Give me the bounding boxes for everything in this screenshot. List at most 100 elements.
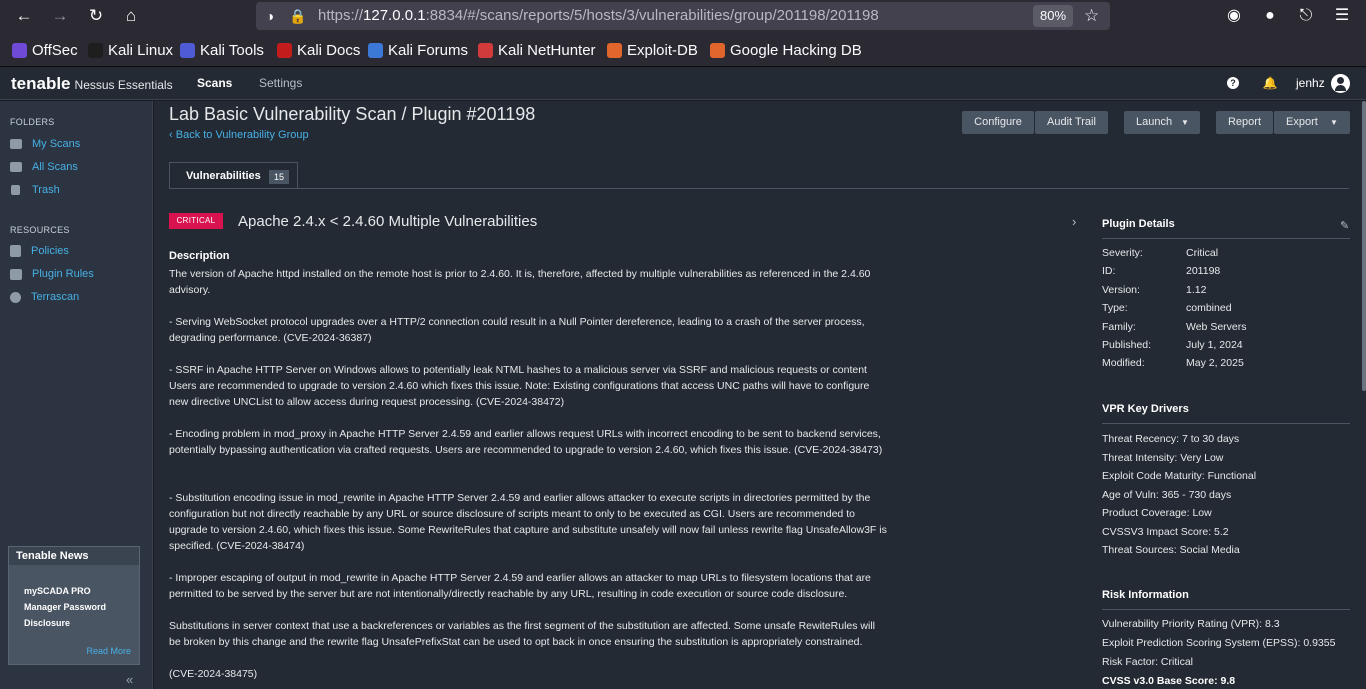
trash-icon — [11, 185, 20, 195]
detail-value: May 2, 2025 — [1186, 357, 1244, 370]
detail-key: Family: — [1102, 320, 1136, 333]
vpr-driver: Product Coverage: Low — [1102, 507, 1212, 519]
description-paragraph: The version of Apache httpd installed on… — [169, 268, 871, 296]
chevron-left-icon: ‹ — [169, 129, 176, 141]
back-arrow-icon[interactable]: ← — [12, 4, 36, 28]
detail-value: July 1, 2024 — [1186, 339, 1243, 351]
avatar[interactable] — [1331, 74, 1350, 93]
configure-button[interactable]: Configure — [962, 111, 1034, 134]
vulnerability-title: Apache 2.4.x < 2.4.60 Multiple Vulnerabi… — [238, 213, 538, 230]
shield-icon — [10, 245, 21, 257]
sidebar-item-my-scans[interactable]: My Scans — [10, 138, 80, 150]
bookmark-item[interactable]: Kali Tools — [180, 41, 264, 59]
account-icon[interactable]: ● — [1258, 4, 1282, 28]
chevron-right-icon[interactable]: › — [1072, 214, 1076, 229]
tenable-logo[interactable]: tenable Nessus Essentials — [11, 74, 173, 94]
help-icon[interactable]: ? — [1227, 77, 1239, 89]
caret-down-icon: ▼ — [1181, 118, 1189, 127]
bookmark-item[interactable]: Google Hacking DB — [710, 41, 862, 59]
audit-trail-button[interactable]: Audit Trail — [1035, 111, 1108, 134]
detail-key: Type: — [1102, 302, 1128, 315]
resources-heading: RESOURCES — [10, 225, 70, 235]
risk-info-row: Vulnerability Priority Rating (VPR): 8.3 — [1102, 618, 1280, 630]
vpr-driver: CVSSV3 Impact Score: 5.2 — [1102, 525, 1229, 538]
shield-icon[interactable]: ◑ — [260, 6, 280, 26]
bookmark-item[interactable]: Exploit-DB — [607, 41, 698, 59]
description-paragraph: - Substitution encoding issue in mod_rew… — [169, 492, 887, 552]
main-content: Lab Basic Vulnerability Scan / Plugin #2… — [154, 101, 1366, 689]
bookmark-item[interactable]: Kali Linux — [88, 41, 173, 59]
menu-icon[interactable]: ☰ — [1330, 4, 1354, 28]
bookmark-label: Exploit-DB — [627, 41, 698, 59]
extensions-icon[interactable]: ⎋ — [1294, 4, 1318, 28]
export-button[interactable]: Export ▼ — [1274, 111, 1350, 134]
nav-scans[interactable]: Scans — [197, 76, 232, 90]
bookmark-item[interactable]: Kali Docs — [277, 41, 360, 59]
news-headline[interactable]: mySCADA PRO Manager Password Disclosure — [24, 583, 129, 631]
risk-heading: Risk Information — [1102, 589, 1350, 610]
tenable-news-widget: Tenable News mySCADA PRO Manager Passwor… — [8, 546, 140, 665]
pencil-icon[interactable]: ✎ — [1340, 219, 1349, 232]
sidebar-item-policies[interactable]: Policies — [10, 245, 69, 257]
detail-value: Web Servers — [1186, 320, 1247, 333]
lock-icon[interactable]: 🔒 — [288, 6, 308, 26]
user-name[interactable]: jenhz — [1296, 76, 1325, 90]
url-bar[interactable]: ◑ 🔒 https://127.0.0.1:8834/#/scans/repor… — [256, 2, 1110, 30]
reload-icon[interactable]: ↻ — [84, 4, 108, 28]
detail-value: 1.12 — [1186, 283, 1207, 296]
bookmark-label: Google Hacking DB — [730, 41, 862, 59]
detail-key: Severity: — [1102, 247, 1143, 259]
news-title: Tenable News — [9, 547, 139, 565]
vpr-driver: Age of Vuln: 365 - 730 days — [1102, 488, 1232, 501]
sidebar-item-terrascan[interactable]: Terrascan — [10, 291, 79, 303]
sidebar-item-plugin-rules[interactable]: Plugin Rules — [10, 268, 94, 280]
read-more-link[interactable]: Read More — [86, 646, 131, 656]
tab-count-badge: 15 — [269, 170, 289, 184]
detail-value: Critical — [1186, 247, 1219, 259]
forward-arrow-icon[interactable]: → — [48, 4, 72, 28]
bell-icon[interactable]: 🔔 — [1261, 74, 1279, 92]
plugin-details-heading: Plugin Details — [1102, 218, 1350, 239]
vpr-driver: Threat Recency: 7 to 30 days — [1102, 433, 1240, 445]
url-text[interactable]: https://127.0.0.1:8834/#/scans/reports/5… — [318, 7, 879, 24]
app-header: tenable Nessus Essentials Scans Settings … — [0, 67, 1366, 100]
sidebar-item-trash[interactable]: Trash — [10, 184, 60, 196]
sidebar-item-all-scans[interactable]: All Scans — [10, 161, 78, 173]
scrollbar[interactable] — [1362, 101, 1366, 391]
risk-info-row: Exploit Prediction Scoring System (EPSS)… — [1102, 637, 1336, 649]
plugin-rules-icon — [10, 268, 22, 280]
sidebar: FOLDERS My Scans All Scans Trash RESOURC… — [0, 101, 153, 689]
report-button[interactable]: Report — [1216, 111, 1273, 134]
bookmark-label: Kali NetHunter — [498, 41, 596, 59]
back-link[interactable]: ‹ Back to Vulnerability Group — [169, 129, 309, 141]
bookmark-favicon-icon — [12, 42, 27, 58]
folder-icon — [10, 162, 22, 172]
bookmarks-bar: OffSec Kali Linux Kali Tools Kali Docs Kali … — [0, 32, 1366, 67]
tab-vulnerabilities[interactable]: Vulnerabilities 15 — [169, 162, 298, 188]
caret-down-icon: ▼ — [1330, 118, 1338, 127]
collapse-sidebar-icon[interactable]: « — [126, 672, 133, 687]
description-heading: Description — [169, 250, 230, 262]
bookmark-item[interactable]: Kali Forums — [368, 41, 468, 59]
zoom-level[interactable]: 80% — [1033, 5, 1073, 27]
bookmark-label: Kali Linux — [108, 41, 174, 59]
vpr-heading: VPR Key Drivers — [1102, 403, 1350, 424]
folders-heading: FOLDERS — [10, 117, 55, 127]
home-icon[interactable]: ⌂ — [119, 4, 143, 28]
launch-button[interactable]: Launch ▼ — [1124, 111, 1200, 134]
page-title: Lab Basic Vulnerability Scan / Plugin #2… — [169, 104, 536, 124]
severity-badge: CRITICAL — [169, 213, 223, 229]
terrascan-icon — [10, 291, 21, 303]
detail-key: ID: — [1102, 265, 1116, 278]
description-paragraph: (CVE-2024-38475) — [169, 668, 258, 680]
vpr-driver: Threat Sources: Social Media — [1102, 544, 1240, 556]
pocket-icon[interactable]: ◉ — [1222, 4, 1246, 28]
bookmark-item[interactable]: OffSec — [12, 41, 78, 59]
bookmark-favicon-icon — [607, 42, 622, 58]
detail-key: Published: — [1102, 339, 1152, 351]
bookmark-item[interactable]: Kali NetHunter — [478, 41, 596, 59]
detail-value: 201198 — [1186, 265, 1221, 278]
bookmark-label: Kali Docs — [297, 41, 361, 59]
nav-settings[interactable]: Settings — [259, 76, 302, 90]
bookmark-star-icon[interactable]: ☆ — [1084, 5, 1099, 27]
